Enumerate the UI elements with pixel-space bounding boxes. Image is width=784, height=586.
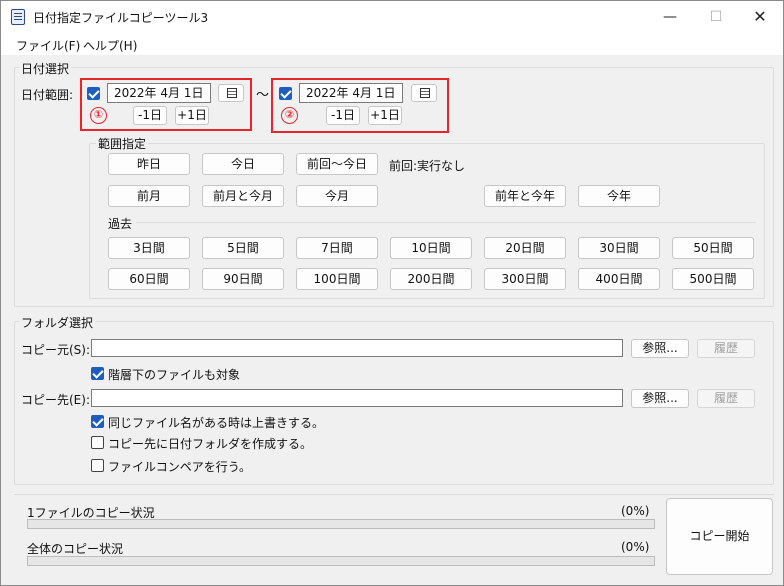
from-date-field[interactable]: 2022年 4月 1日 [107, 83, 211, 103]
to-plus-day-button[interactable]: +1日 [368, 106, 402, 125]
total-progress-percent: (0%) [621, 540, 650, 554]
menu-help[interactable]: ヘルプ(H) [83, 37, 137, 54]
start-copy-button[interactable]: コピー開始 [666, 498, 773, 575]
date-range-label: 日付範囲: [21, 88, 74, 102]
range-tilde: ～ [256, 88, 270, 103]
file-progress-bar [27, 519, 655, 529]
from-plus-day-button[interactable]: +1日 [175, 106, 209, 125]
to-date-checkbox[interactable] [279, 87, 292, 100]
menu-file[interactable]: ファイル(F) [16, 37, 80, 54]
from-calendar-button[interactable] [218, 84, 244, 102]
overwrite-label: 同じファイル名がある時は上書きする。 [108, 416, 325, 430]
folder-select-label: フォルダ選択 [19, 314, 96, 331]
date-folder-checkbox[interactable] [91, 436, 104, 449]
app-window: 日付指定ファイルコピーツール3 — ☐ ✕ ファイル(F) ヘルプ(H) 日付選… [0, 0, 784, 586]
marker-one: ① [90, 107, 107, 124]
past-200-days-button[interactable]: 200日間 [390, 268, 472, 290]
past-60-days-button[interactable]: 60日間 [108, 268, 190, 290]
last-and-this-year-button[interactable]: 前年と今年 [484, 185, 566, 207]
calendar-icon [227, 88, 237, 98]
today-button[interactable]: 今日 [202, 153, 284, 175]
source-path-input[interactable] [91, 339, 623, 357]
past-90-days-button[interactable]: 90日間 [202, 268, 284, 290]
source-browse-button[interactable]: 参照... [631, 339, 689, 358]
past-30-days-button[interactable]: 30日間 [578, 237, 660, 259]
calendar-icon [420, 88, 430, 98]
past-300-days-button[interactable]: 300日間 [484, 268, 566, 290]
range-spec-label: 範囲指定 [96, 135, 149, 152]
past-label: 過去 [108, 217, 133, 231]
minimize-button[interactable]: — [647, 1, 693, 33]
from-date-checkbox[interactable] [87, 87, 100, 100]
to-calendar-button[interactable] [411, 84, 437, 102]
date-folder-label: コピー先に日付フォルダを作成する。 [108, 437, 313, 451]
past-20-days-button[interactable]: 20日間 [484, 237, 566, 259]
last-month-button[interactable]: 前月 [108, 185, 190, 207]
yesterday-button[interactable]: 昨日 [108, 153, 190, 175]
menu-bar: ファイル(F) ヘルプ(H) [1, 33, 783, 55]
total-progress-label: 全体のコピー状況 [27, 542, 124, 556]
past-3-days-button[interactable]: 3日間 [108, 237, 190, 259]
this-month-button[interactable]: 今月 [296, 185, 378, 207]
close-button[interactable]: ✕ [737, 1, 783, 33]
past-5-days-button[interactable]: 5日間 [202, 237, 284, 259]
dest-history-button[interactable]: 履歴 [697, 389, 755, 408]
file-compare-label: ファイルコンペアを行う。 [108, 460, 252, 474]
last-to-today-button[interactable]: 前回～今日 [296, 153, 378, 175]
last-and-this-month-button[interactable]: 前月と今月 [202, 185, 284, 207]
past-50-days-button[interactable]: 50日間 [672, 237, 754, 259]
last-run-status: 前回:実行なし [389, 159, 466, 173]
from-minus-day-button[interactable]: -1日 [133, 106, 167, 125]
past-100-days-button[interactable]: 100日間 [296, 268, 378, 290]
source-history-button[interactable]: 履歴 [697, 339, 755, 358]
status-divider [14, 494, 774, 495]
app-icon [11, 9, 25, 25]
file-progress-percent: (0%) [621, 504, 650, 518]
date-select-label: 日付選択 [19, 60, 72, 77]
marker-two: ② [281, 107, 298, 124]
dest-browse-button[interactable]: 参照... [631, 389, 689, 408]
source-label: コピー元(S): [21, 343, 91, 357]
dest-label: コピー先(E): [21, 393, 90, 407]
to-minus-day-button[interactable]: -1日 [326, 106, 360, 125]
window-title: 日付指定ファイルコピーツール3 [33, 11, 209, 25]
title-bar: 日付指定ファイルコピーツール3 — ☐ ✕ [1, 1, 783, 33]
maximize-button[interactable]: ☐ [693, 1, 739, 33]
past-divider [136, 222, 756, 223]
file-compare-checkbox[interactable] [91, 459, 104, 472]
to-date-field[interactable]: 2022年 4月 1日 [299, 83, 403, 103]
include-subfolders-checkbox[interactable] [91, 367, 104, 380]
include-subfolders-label: 階層下のファイルも対象 [108, 368, 241, 382]
overwrite-checkbox[interactable] [91, 415, 104, 428]
dest-path-input[interactable] [91, 389, 623, 407]
total-progress-bar [27, 556, 655, 566]
past-500-days-button[interactable]: 500日間 [672, 268, 754, 290]
this-year-button[interactable]: 今年 [578, 185, 660, 207]
past-10-days-button[interactable]: 10日間 [390, 237, 472, 259]
past-400-days-button[interactable]: 400日間 [578, 268, 660, 290]
past-7-days-button[interactable]: 7日間 [296, 237, 378, 259]
